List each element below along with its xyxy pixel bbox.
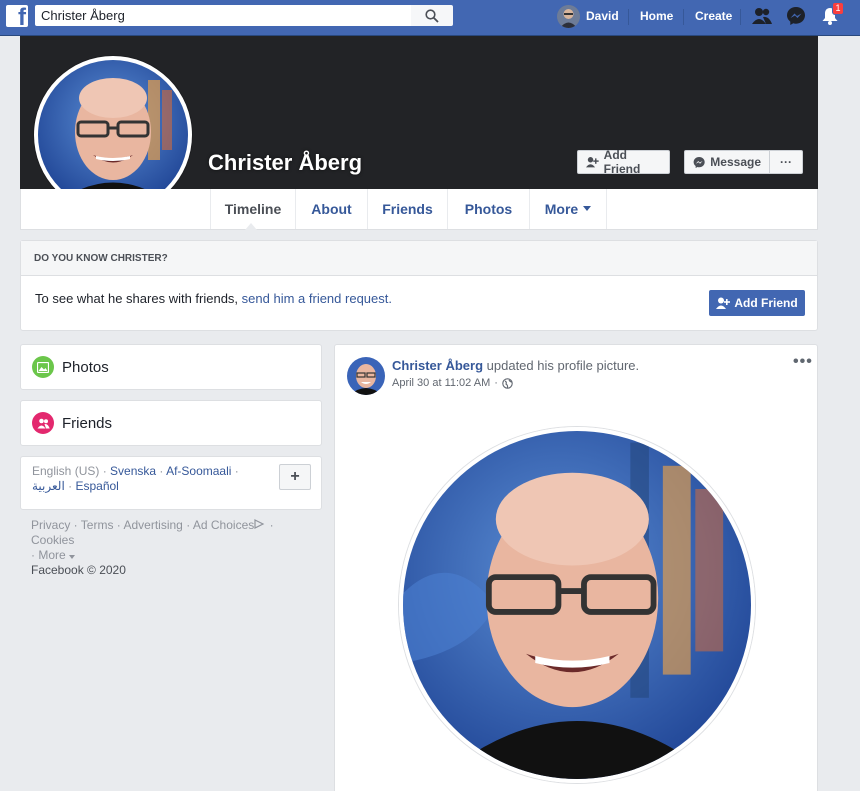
globe-icon[interactable] <box>502 377 513 389</box>
profile-name[interactable]: Christer Åberg <box>208 150 362 176</box>
footer-link-advertising[interactable]: Advertising <box>123 518 182 532</box>
friends-box[interactable]: Friends <box>20 400 322 446</box>
know-text: To see what he shares with friends, send… <box>35 291 392 306</box>
friends-icon <box>32 412 54 434</box>
post-time-text[interactable]: April 30 at 11:02 AM <box>392 377 490 389</box>
post-timestamp: April 30 at 11:02 AM · <box>392 377 513 389</box>
add-friend-icon <box>586 157 599 168</box>
footer-link-ad-choices[interactable]: Ad Choices <box>193 518 254 532</box>
language-option[interactable]: Español <box>75 479 118 493</box>
photos-title: Photos <box>62 359 109 376</box>
post-header: Christer Åberg updated his profile pictu… <box>392 358 639 373</box>
facebook-logo[interactable]: f <box>6 5 28 27</box>
tab-photos[interactable]: Photos <box>447 189 529 229</box>
friends-title: Friends <box>62 415 113 432</box>
profile-tabs: Timeline About Friends Photos More <box>20 189 818 230</box>
tab-more[interactable]: More <box>529 189 607 229</box>
home-link[interactable]: Home <box>640 0 673 32</box>
post-card: Christer Åberg updated his profile pictu… <box>334 344 818 791</box>
post-author-name[interactable]: Christer Åberg <box>392 358 483 373</box>
nav-divider <box>740 9 741 25</box>
language-option[interactable]: Svenska <box>110 464 156 478</box>
add-friend-label: Add Friend <box>603 148 641 176</box>
more-options-button[interactable]: ··· <box>769 150 803 174</box>
language-option[interactable]: Af-Soomaali <box>166 464 231 478</box>
add-friend-button[interactable]: Add Friend <box>577 148 670 176</box>
post-author-avatar[interactable] <box>347 357 385 395</box>
add-friend-primary-label: Add Friend <box>734 296 798 310</box>
footer-link-terms[interactable]: Terms <box>81 518 114 532</box>
more-languages-button[interactable]: + <box>279 464 311 490</box>
messenger-icon <box>693 156 705 168</box>
user-avatar[interactable] <box>557 5 580 28</box>
add-friend-icon <box>716 297 731 309</box>
caret-down-icon <box>69 555 76 559</box>
language-current: English (US) <box>32 464 100 478</box>
caret-down-icon <box>583 206 592 211</box>
friend-requests-icon[interactable] <box>751 6 773 26</box>
tab-more-label: More <box>544 201 579 217</box>
add-friend-primary-button[interactable]: Add Friend <box>709 290 805 316</box>
message-label: Message <box>710 155 761 169</box>
know-person-box: DO YOU KNOW CHRISTER? To see what he sha… <box>20 240 818 331</box>
copyright: Facebook © 2020 <box>31 563 126 577</box>
top-navigation-bar: f Christer Åberg David Home Create 1 <box>0 0 860 36</box>
photos-icon <box>32 356 54 378</box>
post-profile-photo[interactable] <box>399 427 755 783</box>
friend-request-link[interactable]: send him a friend request. <box>242 291 392 306</box>
footer-link-more[interactable]: More <box>38 548 65 562</box>
profile-link[interactable]: David <box>586 0 619 32</box>
notification-badge: 1 <box>832 2 844 15</box>
nav-divider <box>628 9 629 25</box>
message-button[interactable]: Message <box>684 150 770 174</box>
create-link[interactable]: Create <box>695 0 732 32</box>
post-action-text: updated his profile picture. <box>483 358 640 373</box>
footer-link-cookies[interactable]: Cookies <box>31 533 74 547</box>
photos-box[interactable]: Photos <box>20 344 322 390</box>
language-box: English (US) · Svenska · Af-Soomaali · ا… <box>20 456 322 510</box>
active-tab-indicator <box>245 223 257 230</box>
more-dots-icon: ··· <box>780 155 792 169</box>
tab-friends[interactable]: Friends <box>367 189 447 229</box>
language-option[interactable]: العربية <box>32 479 65 493</box>
know-text-prefix: To see what he shares with friends, <box>35 291 242 306</box>
search-button[interactable] <box>411 5 453 26</box>
ad-choices-icon <box>254 519 265 529</box>
tab-about[interactable]: About <box>295 189 367 229</box>
language-list: English (US) · Svenska · Af-Soomaali · ا… <box>32 464 239 493</box>
know-heading: DO YOU KNOW CHRISTER? <box>21 241 817 276</box>
footer-links: Privacy · Terms · Advertising · Ad Choic… <box>31 518 311 578</box>
search-input[interactable]: Christer Åberg <box>35 5 411 26</box>
footer-link-privacy[interactable]: Privacy <box>31 518 70 532</box>
messenger-icon[interactable] <box>785 6 807 26</box>
search-icon <box>425 8 439 23</box>
nav-divider <box>683 9 684 25</box>
post-options-button[interactable]: ••• <box>793 353 813 371</box>
